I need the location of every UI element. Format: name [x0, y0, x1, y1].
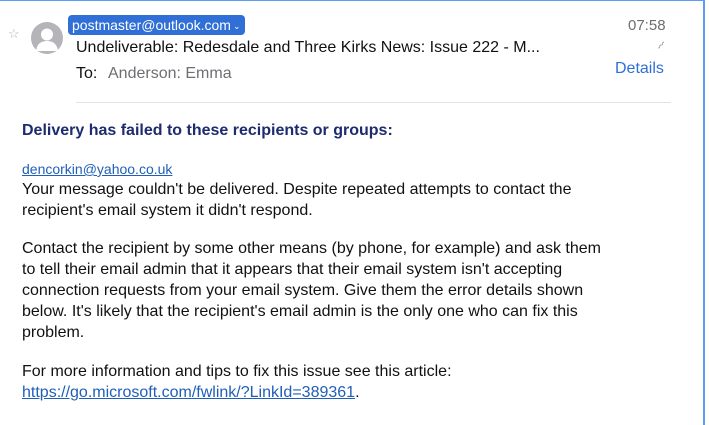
to-label: To: — [76, 65, 98, 82]
paragraph-line: to tell their email admin that it appear… — [22, 261, 563, 278]
article-line: https://go.microsoft.com/fwlink/?LinkId=… — [22, 382, 682, 403]
message-subject: Undeliverable: Redesdale and Three Kirks… — [76, 39, 540, 56]
paragraph-contact-recipient: Contact the recipient by some other mean… — [22, 238, 682, 343]
to-recipient[interactable]: Anderson: Emma — [108, 65, 232, 83]
paragraph-line: Contact the recipient by some other mean… — [22, 240, 601, 257]
header-divider — [76, 102, 671, 103]
sender-address: postmaster@outlook.com — [72, 17, 231, 33]
paragraph-line: For more information and tips to fix thi… — [22, 363, 452, 380]
chevron-down-icon: ⌄ — [232, 21, 241, 31]
article-link[interactable]: https://go.microsoft.com/fwlink/?LinkId=… — [22, 384, 355, 401]
paragraph-line: recipient's email system it didn't respo… — [22, 202, 313, 219]
paragraph-line: connection requests from your email syst… — [22, 282, 584, 299]
received-time: 07:58 — [628, 17, 666, 34]
message-pane: ☆ postmaster@outlook.com ⌄ 07:58 ⌇ Undeli… — [0, 0, 705, 425]
paragraph-line: below. It's likely that the recipient's … — [22, 303, 578, 320]
details-link[interactable]: Details — [615, 60, 664, 78]
paragraph-more-info: For more information and tips to fix thi… — [22, 361, 682, 403]
failure-heading: Delivery has failed to these recipients … — [22, 122, 393, 139]
paragraph-delivery-failed: Your message couldn't be delivered. Desp… — [22, 179, 682, 221]
avatar-icon — [31, 22, 63, 54]
article-suffix: . — [355, 384, 360, 401]
paragraph-line: problem. — [22, 324, 85, 341]
sender-address-button[interactable]: postmaster@outlook.com ⌄ — [68, 15, 245, 35]
paragraph-line: Your message couldn't be delivered. Desp… — [22, 181, 572, 198]
person-icon — [36, 28, 58, 51]
paperclip-icon: ⌇ — [654, 39, 667, 52]
star-icon[interactable]: ☆ — [8, 26, 20, 42]
recipient-email-link[interactable]: dencorkin@yahoo.co.uk — [22, 161, 172, 177]
